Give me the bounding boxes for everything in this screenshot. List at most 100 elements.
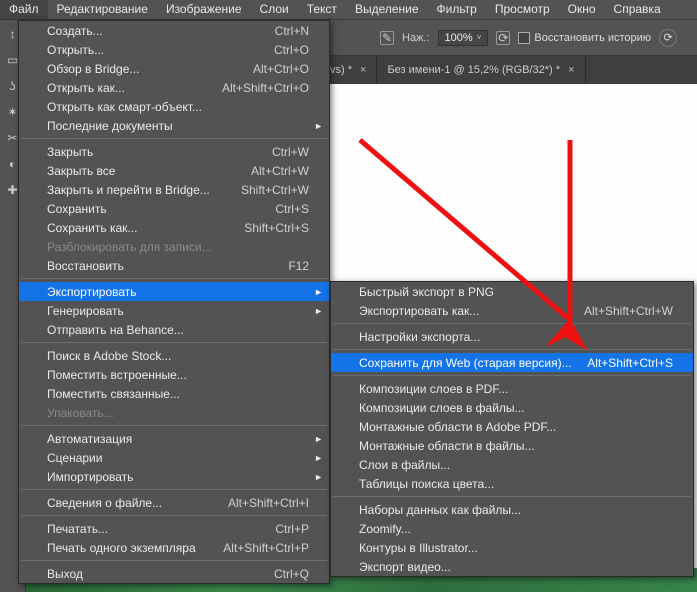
menu-item-shortcut: Alt+Shift+Ctrl+W — [584, 304, 673, 318]
checkbox-icon — [518, 32, 530, 44]
menu-item[interactable]: Обзор в Bridge...Alt+Ctrl+O — [19, 59, 329, 78]
menu-item-label: Поиск в Adobe Stock... — [47, 349, 309, 363]
brush-icon[interactable]: ✎ — [380, 31, 394, 45]
menu-item-shortcut: F12 — [288, 259, 309, 273]
menu-item[interactable]: Поместить встроенные... — [19, 365, 329, 384]
menu-item-label: Последние документы — [47, 119, 309, 133]
menu-item[interactable]: Отправить на Behance... — [19, 320, 329, 339]
menubar: Файл Редактирование Изображение Слои Тек… — [0, 0, 697, 20]
menu-item[interactable]: ВыходCtrl+Q — [19, 564, 329, 583]
menu-item-label: Открыть... — [47, 43, 274, 57]
mode-value[interactable]: 100%˅ — [438, 30, 489, 46]
menu-item-label: Слои в файлы... — [359, 458, 673, 472]
mode-label: Наж.: — [402, 32, 430, 44]
menu-item[interactable]: Генерировать — [19, 301, 329, 320]
menu-item[interactable]: Импортировать — [19, 467, 329, 486]
menu-item[interactable]: Поместить связанные... — [19, 384, 329, 403]
menu-window[interactable]: Окно — [559, 0, 605, 19]
refresh-icon[interactable]: ⟳ — [659, 29, 677, 47]
menu-item-shortcut: Ctrl+N — [275, 24, 309, 38]
menu-item-shortcut: Alt+Shift+Ctrl+I — [228, 496, 309, 510]
close-icon[interactable]: × — [568, 64, 574, 76]
menu-item-label: Закрыть все — [47, 164, 251, 178]
menu-item[interactable]: Слои в файлы... — [331, 455, 693, 474]
menu-item-label: Быстрый экспорт в PNG — [359, 285, 673, 299]
menu-item[interactable]: Таблицы поиска цвета... — [331, 474, 693, 493]
menu-edit[interactable]: Редактирование — [48, 0, 157, 19]
menu-item[interactable]: Сохранить для Web (старая версия)...Alt+… — [331, 353, 693, 372]
menu-item[interactable]: Композиции слоев в PDF... — [331, 379, 693, 398]
menu-item[interactable]: Сценарии — [19, 448, 329, 467]
menu-item[interactable]: Композиции слоев в файлы... — [331, 398, 693, 417]
menu-select[interactable]: Выделение — [346, 0, 428, 19]
menu-item[interactable]: ВосстановитьF12 — [19, 256, 329, 275]
menu-item-shortcut: Alt+Shift+Ctrl+O — [222, 81, 309, 95]
tab-label: vs) * — [330, 64, 352, 76]
menu-item[interactable]: Контуры в Illustrator... — [331, 538, 693, 557]
menu-item-label: Импортировать — [47, 470, 309, 484]
file-menu-dropdown: Создать...Ctrl+NОткрыть...Ctrl+OОбзор в … — [18, 20, 330, 584]
menu-item-label: Закрыть — [47, 145, 272, 159]
menu-separator — [21, 278, 327, 279]
menu-item[interactable]: Zoomify... — [331, 519, 693, 538]
menu-item-shortcut: Ctrl+S — [275, 202, 309, 216]
menu-item[interactable]: Сведения о файле...Alt+Shift+Ctrl+I — [19, 493, 329, 512]
restore-history-toggle[interactable]: Восстановить историю — [518, 32, 651, 44]
menu-item[interactable]: Печатать...Ctrl+P — [19, 519, 329, 538]
menu-item-shortcut: Alt+Shift+Ctrl+P — [223, 541, 309, 555]
menu-item[interactable]: Автоматизация — [19, 429, 329, 448]
menu-item[interactable]: Печать одного экземпляраAlt+Shift+Ctrl+P — [19, 538, 329, 557]
pressure-icon[interactable]: ⟳ — [496, 31, 510, 45]
menu-separator — [21, 138, 327, 139]
menu-item[interactable]: Открыть как...Alt+Shift+Ctrl+O — [19, 78, 329, 97]
menu-item[interactable]: Монтажные области в файлы... — [331, 436, 693, 455]
restore-history-label: Восстановить историю — [534, 32, 651, 44]
menu-file[interactable]: Файл — [0, 0, 48, 19]
menu-item-label: Сохранить для Web (старая версия)... — [359, 356, 587, 370]
menu-item-label: Обзор в Bridge... — [47, 62, 253, 76]
menu-item-label: Открыть как смарт-объект... — [47, 100, 309, 114]
menu-item[interactable]: Открыть...Ctrl+O — [19, 40, 329, 59]
menu-item-label: Восстановить — [47, 259, 288, 273]
menu-item[interactable]: Закрыть всеAlt+Ctrl+W — [19, 161, 329, 180]
menu-item[interactable]: СохранитьCtrl+S — [19, 199, 329, 218]
menu-help[interactable]: Справка — [605, 0, 670, 19]
tab-label: Без имени-1 @ 15,2% (RGB/32*) * — [387, 64, 560, 76]
menu-item[interactable]: Экспорт видео... — [331, 557, 693, 576]
menu-item-label: Сохранить — [47, 202, 275, 216]
menu-item[interactable]: ЗакрытьCtrl+W — [19, 142, 329, 161]
menu-item[interactable]: Экспортировать как...Alt+Shift+Ctrl+W — [331, 301, 693, 320]
menu-separator — [21, 425, 327, 426]
menu-item[interactable]: Быстрый экспорт в PNG — [331, 282, 693, 301]
menu-item[interactable]: Наборы данных как файлы... — [331, 500, 693, 519]
menu-item[interactable]: Создать...Ctrl+N — [19, 21, 329, 40]
menu-item[interactable]: Последние документы — [19, 116, 329, 135]
menu-separator — [21, 560, 327, 561]
menu-item[interactable]: Экспортировать — [19, 282, 329, 301]
menu-item[interactable]: Настройки экспорта... — [331, 327, 693, 346]
menu-item-label: Наборы данных как файлы... — [359, 503, 673, 517]
menu-item[interactable]: Поиск в Adobe Stock... — [19, 346, 329, 365]
menu-type[interactable]: Текст — [298, 0, 346, 19]
menu-item[interactable]: Сохранить как...Shift+Ctrl+S — [19, 218, 329, 237]
menu-view[interactable]: Просмотр — [486, 0, 559, 19]
close-icon[interactable]: × — [360, 64, 366, 76]
menu-item-shortcut: Alt+Shift+Ctrl+S — [587, 356, 673, 370]
menu-item-label: Открыть как... — [47, 81, 222, 95]
menu-item[interactable]: Закрыть и перейти в Bridge...Shift+Ctrl+… — [19, 180, 329, 199]
menu-item-shortcut: Ctrl+W — [272, 145, 309, 159]
tab-1[interactable]: Без имени-1 @ 15,2% (RGB/32*) * × — [377, 56, 585, 84]
menu-filter[interactable]: Фильтр — [428, 0, 486, 19]
menu-item-shortcut: Alt+Ctrl+W — [251, 164, 309, 178]
menu-item[interactable]: Открыть как смарт-объект... — [19, 97, 329, 116]
menu-image[interactable]: Изображение — [157, 0, 251, 19]
menu-item: Разблокировать для записи... — [19, 237, 329, 256]
menu-item-label: Монтажные области в файлы... — [359, 439, 673, 453]
menu-item-label: Генерировать — [47, 304, 309, 318]
menu-item-shortcut: Alt+Ctrl+O — [253, 62, 309, 76]
menu-item-label: Автоматизация — [47, 432, 309, 446]
menu-item[interactable]: Монтажные области в Adobe PDF... — [331, 417, 693, 436]
menu-item-label: Сохранить как... — [47, 221, 244, 235]
menu-layer[interactable]: Слои — [251, 0, 298, 19]
menu-item-label: Сценарии — [47, 451, 309, 465]
